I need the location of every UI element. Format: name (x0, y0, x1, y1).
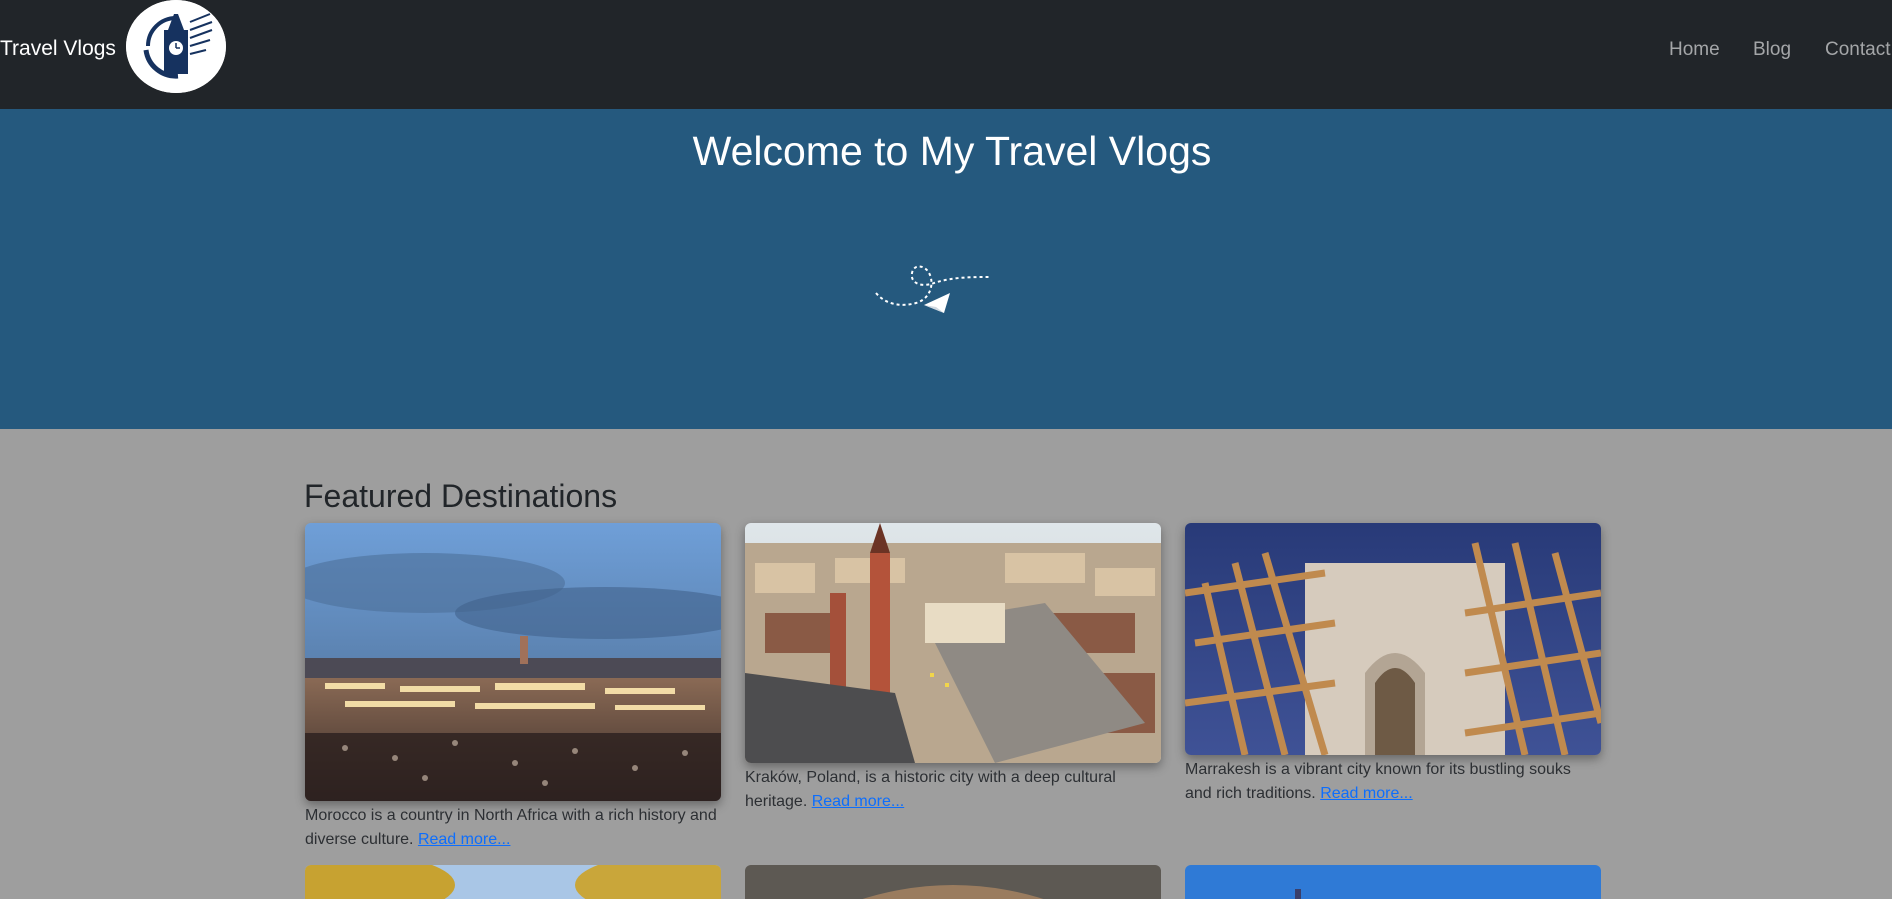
card-description: Kraków, Poland, is a historic city with … (745, 766, 1161, 814)
marrakesh-square-image (305, 523, 721, 801)
hero-banner: Welcome to My Travel Vlogs (0, 109, 1892, 429)
card-description: Morocco is a country in North Africa wit… (305, 804, 721, 852)
destination-card-marrakesh: Marrakesh is a vibrant city known for it… (1185, 523, 1601, 806)
destination-card-image (1185, 865, 1601, 899)
nav-blog-link[interactable]: Blog (1753, 38, 1791, 62)
card-text: Kraków, Poland, is a historic city with … (745, 769, 1116, 810)
read-more-link[interactable]: Read more... (418, 831, 510, 848)
destination-card-image (305, 865, 721, 899)
destination-card-image (745, 865, 1161, 899)
card-description: Marrakesh is a vibrant city known for it… (1185, 758, 1601, 806)
destination-card-krakow: Kraków, Poland, is a historic city with … (745, 523, 1161, 814)
card-text: Morocco is a country in North Africa wit… (305, 807, 717, 848)
nav-home-link[interactable]: Home (1669, 38, 1720, 62)
read-more-link[interactable]: Read more... (1320, 785, 1412, 802)
hero-title: Welcome to My Travel Vlogs (692, 128, 1212, 174)
read-more-link[interactable]: Read more... (812, 793, 904, 810)
marrakesh-scaffolding-image (1185, 523, 1601, 755)
destination-card-morocco: Morocco is a country in North Africa wit… (305, 523, 721, 852)
featured-destinations-title: Featured Destinations (304, 478, 618, 514)
nav-contact-link[interactable]: Contact (1825, 38, 1890, 62)
krakow-old-town-image (745, 523, 1161, 763)
paper-plane-icon (875, 265, 991, 313)
logo-icon[interactable] (126, 0, 226, 93)
brand-link[interactable]: Travel Vlogs (0, 36, 116, 62)
navbar: Travel Vlogs Home Blog Contact (0, 0, 1892, 109)
